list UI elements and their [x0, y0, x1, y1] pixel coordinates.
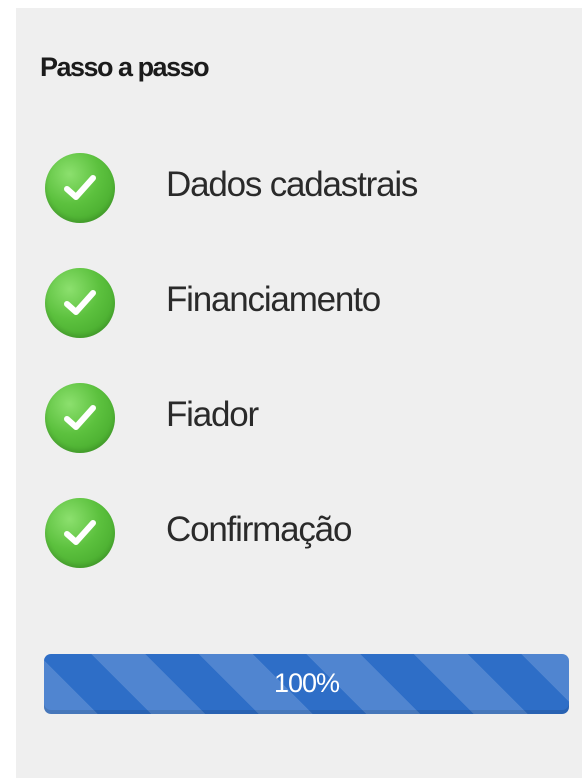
- step-list: Dados cadastrais Financiamento Fiador Co…: [45, 153, 565, 613]
- progress-label: 100%: [273, 668, 340, 698]
- step-label: Fiador: [166, 395, 259, 434]
- step-item-dados-cadastrais: Dados cadastrais: [45, 153, 565, 268]
- step-label: Financiamento: [166, 280, 381, 319]
- step-panel: Passo a passo Dados cadastrais Financiam…: [16, 8, 582, 778]
- step-label: Confirmação: [166, 510, 352, 549]
- check-circle-icon: [45, 153, 115, 223]
- progress-bar: 100%: [44, 654, 569, 714]
- step-item-confirmacao: Confirmação: [45, 498, 565, 613]
- step-item-financiamento: Financiamento: [45, 268, 565, 383]
- check-circle-icon: [45, 268, 115, 338]
- check-circle-icon: [45, 498, 115, 568]
- panel-title: Passo a passo: [40, 52, 210, 82]
- step-item-fiador: Fiador: [45, 383, 565, 498]
- check-circle-icon: [45, 383, 115, 453]
- step-label: Dados cadastrais: [166, 165, 418, 204]
